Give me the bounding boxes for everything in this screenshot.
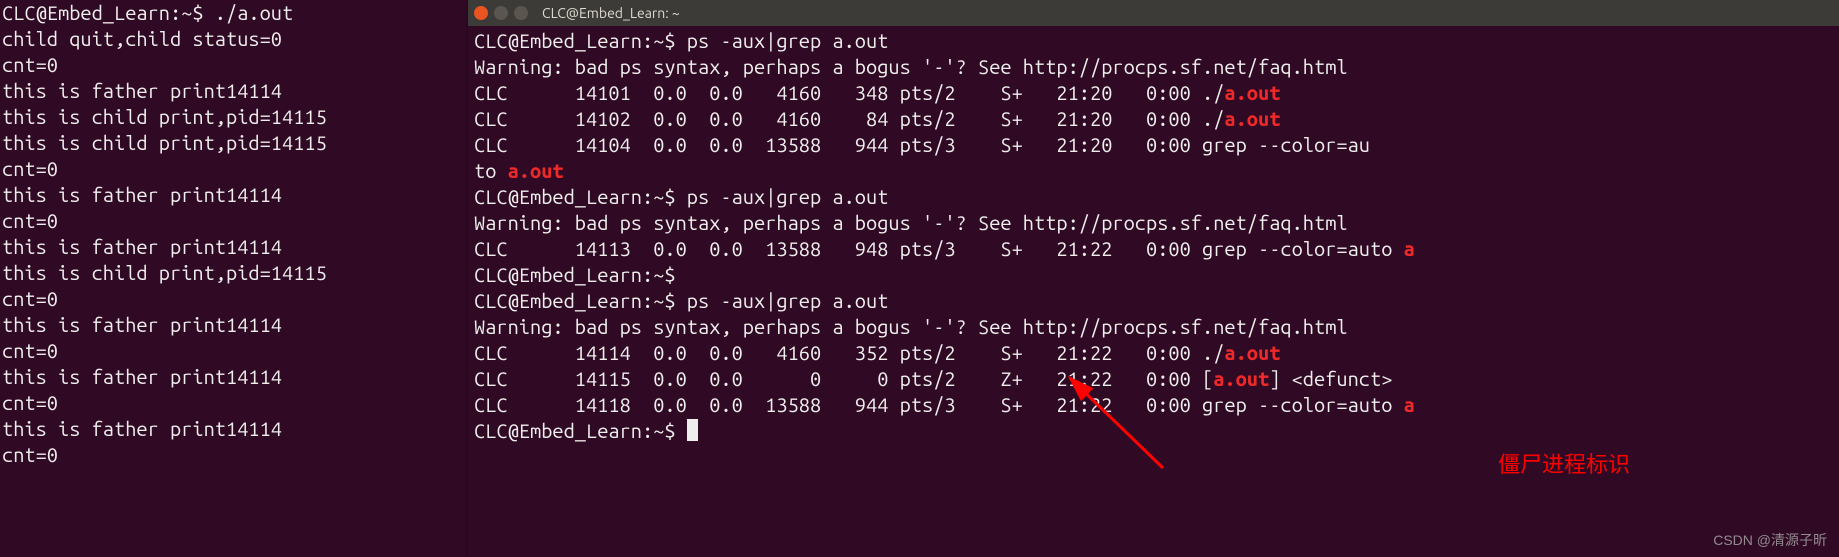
terminal-text: Warning: bad ps syntax, perhaps a bogus … <box>474 211 1348 234</box>
terminal-line: CLC 14115 0.0 0.0 0 0 pts/2 Z+ 21:22 0:0… <box>474 366 1833 392</box>
terminal-line: this is father print14114 <box>2 234 466 260</box>
close-icon[interactable] <box>474 6 488 20</box>
terminal-line: CLC 14113 0.0 0.0 13588 948 pts/3 S+ 21:… <box>474 236 1833 262</box>
terminal-line: Warning: bad ps syntax, perhaps a bogus … <box>474 314 1833 340</box>
terminal-line: to a.out <box>474 158 1833 184</box>
watermark: CSDN @清源子昕 <box>1713 527 1827 553</box>
terminal-line: CLC@Embed_Learn:~$ ps -aux|grep a.out <box>474 288 1833 314</box>
terminal-text: ] <defunct> <box>1269 367 1392 390</box>
terminal-text: this is father print14114 <box>2 365 282 388</box>
terminal-text: a.out <box>1224 107 1280 130</box>
terminal-line: this is father print14114 <box>2 78 466 104</box>
terminal-line: child quit,child status=0 <box>2 26 466 52</box>
terminal-line: CLC 14114 0.0 0.0 4160 352 pts/2 S+ 21:2… <box>474 340 1833 366</box>
terminal-line: cnt=0 <box>2 52 466 78</box>
terminal-line: CLC 14118 0.0 0.0 13588 944 pts/3 S+ 21:… <box>474 392 1833 418</box>
left-terminal[interactable]: CLC@Embed_Learn:~$ ./a.out child quit,chi… <box>0 0 466 557</box>
terminal-line: CLC@Embed_Learn:~$ <box>474 262 1833 288</box>
terminal-line: Warning: bad ps syntax, perhaps a bogus … <box>474 54 1833 80</box>
terminal-line: Warning: bad ps syntax, perhaps a bogus … <box>474 210 1833 236</box>
terminal-line: CLC@Embed_Learn:~$ ps -aux|grep a.out <box>474 184 1833 210</box>
right-terminal[interactable]: CLC@Embed_Learn:~$ ps -aux|grep a.out War… <box>468 26 1839 444</box>
annotation-text: 僵尸进程标识 <box>1498 452 1630 478</box>
terminal-line: this is father print14114 <box>2 364 466 390</box>
terminal-text: to <box>474 159 508 182</box>
terminal-text: CLC@Embed_Learn:~$ ps -aux|grep a.out <box>474 185 888 208</box>
terminal-text: CLC@Embed_Learn:~$ ps -aux|grep a.out <box>474 29 888 52</box>
terminal-line: cnt=0 <box>2 338 466 364</box>
terminal-text: a.out <box>508 159 564 182</box>
terminal-text: cnt=0 <box>2 339 58 362</box>
terminal-text: a.out <box>1224 341 1280 364</box>
terminal-text: CLC 14101 0.0 0.0 4160 348 pts/2 S+ 21:2… <box>474 81 1224 104</box>
terminal-text: CLC@Embed_Learn:~$ ./a.out <box>2 1 293 24</box>
terminal-text: a <box>1404 393 1415 416</box>
terminal-text: this is father print14114 <box>2 417 282 440</box>
minimize-icon[interactable] <box>494 6 508 20</box>
terminal-text: CLC 14115 0.0 0.0 0 0 pts/2 Z+ 21:22 0:0… <box>474 367 1213 390</box>
terminal-text: child quit,child status=0 <box>2 27 282 50</box>
terminal-line: cnt=0 <box>2 442 466 468</box>
terminal-line: CLC 14101 0.0 0.0 4160 348 pts/2 S+ 21:2… <box>474 80 1833 106</box>
terminal-text: CLC@Embed_Learn:~$ ps -aux|grep a.out <box>474 289 888 312</box>
terminal-line: CLC@Embed_Learn:~$ ./a.out <box>2 0 466 26</box>
terminal-text: cnt=0 <box>2 287 58 310</box>
terminal-text: Warning: bad ps syntax, perhaps a bogus … <box>474 55 1348 78</box>
terminal-text: this is child print,pid=14115 <box>2 261 327 284</box>
terminal-text: this is child print,pid=14115 <box>2 105 327 128</box>
terminal-text: a.out <box>1213 367 1269 390</box>
terminal-line: this is father print14114 <box>2 182 466 208</box>
terminal-text: CLC 14102 0.0 0.0 4160 84 pts/2 S+ 21:20… <box>474 107 1224 130</box>
terminal-line: this is child print,pid=14115 <box>2 260 466 286</box>
terminal-line: cnt=0 <box>2 156 466 182</box>
terminal-line: this is child print,pid=14115 <box>2 130 466 156</box>
terminal-text: cnt=0 <box>2 209 58 232</box>
terminal-text: cnt=0 <box>2 443 58 466</box>
window-title: CLC@Embed_Learn: ~ <box>542 0 680 26</box>
terminal-text: CLC 14104 0.0 0.0 13588 944 pts/3 S+ 21:… <box>474 133 1370 156</box>
terminal-text: CLC 14118 0.0 0.0 13588 944 pts/3 S+ 21:… <box>474 393 1404 416</box>
terminal-text: CLC 14113 0.0 0.0 13588 948 pts/3 S+ 21:… <box>474 237 1404 260</box>
terminal-line: this is child print,pid=14115 <box>2 104 466 130</box>
cursor-icon <box>687 419 698 441</box>
terminal-text: this is child print,pid=14115 <box>2 131 327 154</box>
terminal-line: CLC 14102 0.0 0.0 4160 84 pts/2 S+ 21:20… <box>474 106 1833 132</box>
window-titlebar[interactable]: CLC@Embed_Learn: ~ <box>468 0 1839 26</box>
terminal-line: cnt=0 <box>2 208 466 234</box>
terminal-text: CLC@Embed_Learn:~$ <box>474 263 687 286</box>
terminal-text: CLC@Embed_Learn:~$ <box>474 419 687 442</box>
terminal-text: this is father print14114 <box>2 183 282 206</box>
terminal-text: a <box>1404 237 1415 260</box>
terminal-text: this is father print14114 <box>2 79 282 102</box>
terminal-line: cnt=0 <box>2 286 466 312</box>
maximize-icon[interactable] <box>514 6 528 20</box>
right-terminal-window: CLC@Embed_Learn: ~ CLC@Embed_Learn:~$ ps… <box>466 0 1839 557</box>
terminal-text: cnt=0 <box>2 391 58 414</box>
terminal-line: CLC@Embed_Learn:~$ ps -aux|grep a.out <box>474 28 1833 54</box>
terminal-text: this is father print14114 <box>2 313 282 336</box>
terminal-text: cnt=0 <box>2 157 58 180</box>
terminal-line: this is father print14114 <box>2 312 466 338</box>
terminal-text: CLC 14114 0.0 0.0 4160 352 pts/2 S+ 21:2… <box>474 341 1224 364</box>
terminal-text: this is father print14114 <box>2 235 282 258</box>
terminal-line: cnt=0 <box>2 390 466 416</box>
terminal-line: CLC 14104 0.0 0.0 13588 944 pts/3 S+ 21:… <box>474 132 1833 158</box>
terminal-text: Warning: bad ps syntax, perhaps a bogus … <box>474 315 1348 338</box>
terminal-text: cnt=0 <box>2 53 58 76</box>
terminal-line: this is father print14114 <box>2 416 466 442</box>
terminal-line: CLC@Embed_Learn:~$ <box>474 418 1833 444</box>
terminal-text: a.out <box>1224 81 1280 104</box>
